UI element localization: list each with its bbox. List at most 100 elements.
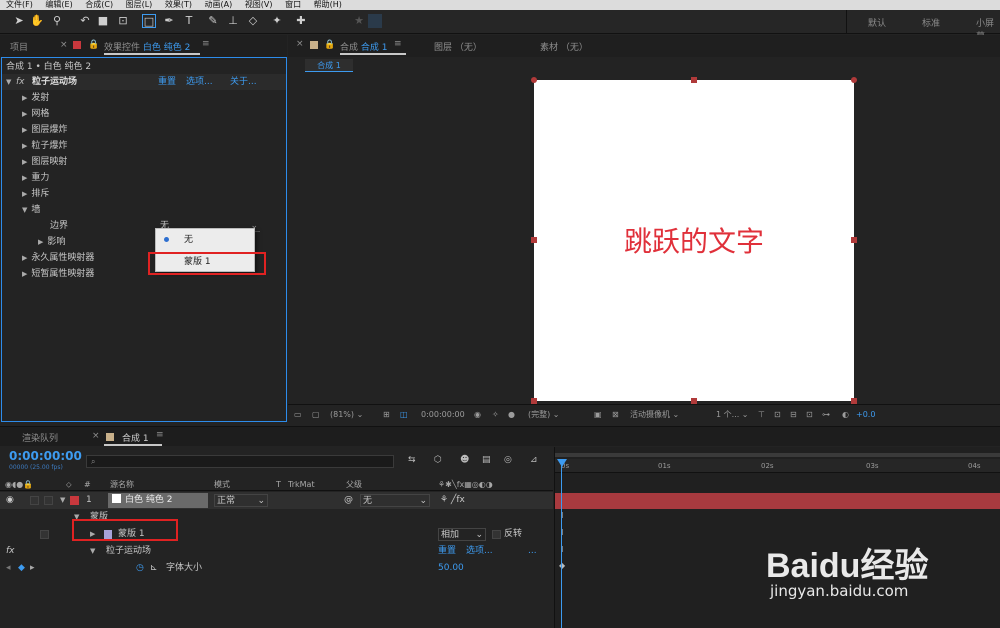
show-snapshot-icon[interactable]: ✧	[492, 405, 499, 425]
timeline-timecode[interactable]: 0:00:00:00	[9, 449, 82, 463]
expand-arrow-icon[interactable]: ▶	[22, 190, 27, 198]
about-link[interactable]: 关于...	[230, 74, 257, 90]
menu-edit[interactable]: 编辑(E)	[45, 0, 72, 9]
graph-icon[interactable]: ⊾	[150, 560, 158, 577]
menu-layer[interactable]: 图层(L)	[126, 0, 153, 9]
hand-tool-icon[interactable]: ✋	[30, 14, 44, 28]
tab-footage[interactable]: 素材 （无）	[540, 40, 588, 53]
frame-blending-icon[interactable]: ▤	[482, 455, 491, 465]
time-ruler[interactable]: 0s 01s 02s 03s 04s	[555, 459, 1000, 473]
camera-select[interactable]: 活动摄像机 ⌄	[630, 405, 679, 425]
col-mode[interactable]: 模式	[214, 478, 230, 491]
layer-search-input[interactable]: ⌕	[86, 455, 394, 468]
col-source-name[interactable]: 源名称	[110, 478, 134, 491]
rectangle-tool-icon[interactable]: □	[142, 14, 156, 28]
group-influence[interactable]: ▶ 影响	[38, 234, 65, 250]
grid-icon[interactable]: ⊞	[383, 405, 390, 425]
fast-preview-icon[interactable]: ⊟	[790, 405, 797, 425]
graph-editor-icon[interactable]: ⊿	[530, 455, 538, 465]
transform-handle[interactable]	[691, 77, 697, 83]
menu-file[interactable]: 文件(F)	[6, 0, 33, 9]
expand-arrow-icon[interactable]: ▶	[22, 142, 27, 150]
tab-timeline-comp[interactable]: 合成 1	[122, 431, 149, 444]
flowchart-node-icon[interactable]: ⊶	[822, 405, 830, 425]
transform-handle[interactable]	[531, 237, 537, 243]
expand-arrow-icon[interactable]: ▶	[38, 238, 43, 246]
exposure-value[interactable]: +0.0	[856, 405, 875, 425]
menu-composition[interactable]: 合成(C)	[85, 0, 113, 9]
mask-lock-toggle[interactable]	[40, 530, 49, 539]
menu-animation[interactable]: 动画(A)	[205, 0, 233, 9]
layer-switches[interactable]: ⚘ ╱fx	[440, 492, 465, 509]
monitor-icon[interactable]: ▭	[294, 405, 302, 425]
panel-menu-icon[interactable]: ≡	[156, 430, 164, 440]
workspace-standard[interactable]: 标准	[922, 16, 940, 29]
type-tool-icon[interactable]: T	[182, 14, 196, 28]
menu-view[interactable]: 视图(V)	[245, 0, 273, 9]
draft-3d-icon[interactable]: ⬡	[434, 455, 442, 465]
region-of-interest-icon[interactable]: ▣	[594, 405, 602, 425]
menu-help[interactable]: 帮助(H)	[314, 0, 342, 9]
color-channel-icon[interactable]: ●	[508, 405, 515, 425]
options-link[interactable]: 选项...	[186, 74, 213, 90]
roto-brush-tool-icon[interactable]: ✦	[270, 14, 284, 28]
mask-visibility-icon[interactable]: ◫	[400, 405, 408, 425]
collapse-arrow-icon[interactable]: ▼	[60, 492, 65, 509]
group-wall[interactable]: ▼ 墙	[22, 202, 40, 218]
viewer-timecode[interactable]: 0:00:00:00	[421, 405, 465, 425]
exposure-icon[interactable]: ◐	[842, 405, 849, 425]
solo-toggle[interactable]	[30, 496, 39, 505]
close-icon[interactable]: ×	[92, 431, 100, 441]
label-column-icon[interactable]: ⬦	[66, 478, 72, 491]
group-emit[interactable]: ▶ 发射	[22, 90, 49, 106]
pickwhip-icon[interactable]: @	[344, 492, 353, 509]
selection-tool-icon[interactable]: ➤	[12, 14, 26, 28]
lock-icon[interactable]: 🔒	[324, 40, 335, 50]
reset-exposure-icon[interactable]: ⊡	[774, 405, 781, 425]
timeline-options-link[interactable]: 选项...	[466, 543, 493, 560]
tab-effect-controls[interactable]: 效果控件 白色 纯色 2	[104, 40, 190, 53]
workspace-default[interactable]: 默认	[868, 16, 886, 29]
work-area-bar[interactable]	[555, 453, 1000, 457]
add-keyframe-icon[interactable]: ◆	[18, 560, 25, 577]
eye-icon[interactable]: ◉	[6, 492, 14, 509]
group-layer-explode[interactable]: ▶ 图层爆炸	[22, 122, 67, 138]
layer-parent-select[interactable]: 无 ⌄	[360, 494, 430, 507]
keyframe-icon[interactable]: ◆	[559, 561, 565, 570]
group-ephemeral-mapper[interactable]: ▶ 短暂属性映射器	[22, 266, 94, 282]
tab-render-queue[interactable]: 渲染队列	[22, 431, 58, 444]
brush-tool-icon[interactable]: ✎	[206, 14, 220, 28]
layer-mode-select[interactable]: 正常 ⌄	[214, 494, 268, 507]
resolution-select[interactable]: (完整) ⌄	[528, 405, 560, 425]
close-icon[interactable]: ×	[296, 39, 304, 49]
layer-row[interactable]: ◉ ▼ 1 白色 纯色 2 正常 ⌄ @ 无 ⌄ ⚘ ╱fx	[0, 492, 553, 509]
timeline-reset-link[interactable]: 重置	[438, 543, 456, 560]
playhead-icon[interactable]	[557, 459, 567, 467]
panel-menu-icon[interactable]: ≡	[202, 39, 210, 49]
group-repel[interactable]: ▶ 排斥	[22, 186, 49, 202]
transform-handle[interactable]	[531, 77, 537, 83]
group-gravity[interactable]: ▶ 重力	[22, 170, 49, 186]
expand-arrow-icon[interactable]: ▶	[22, 126, 27, 134]
group-particle-explode[interactable]: ▶ 粒子爆炸	[22, 138, 67, 154]
stopwatch-icon[interactable]: ◷	[136, 560, 144, 577]
rotate-tool-icon[interactable]: ↶	[78, 14, 92, 28]
flowchart-icon[interactable]: ⊡	[806, 405, 813, 425]
expand-arrow-icon[interactable]: ▶	[22, 254, 27, 262]
layer-name-field[interactable]: 白色 纯色 2	[108, 493, 208, 508]
shy-icon[interactable]: ☻	[460, 455, 469, 465]
timeline-more-link[interactable]: ...	[528, 543, 537, 560]
av-switches-icon[interactable]: ◉◖●🔒	[5, 478, 33, 491]
eraser-tool-icon[interactable]: ◇	[246, 14, 260, 28]
pen-tool-icon[interactable]: ✒	[162, 14, 176, 28]
layer-duration-bar[interactable]	[555, 493, 1000, 509]
reset-link[interactable]: 重置	[158, 74, 176, 90]
prev-keyframe-icon[interactable]: ◂	[6, 560, 11, 577]
expand-arrow-icon[interactable]: ▶	[22, 174, 27, 182]
expand-arrow-icon[interactable]: ▼	[6, 74, 11, 90]
mask-mode-select[interactable]: 相加 ⌄	[438, 528, 486, 541]
lock-toggle[interactable]	[44, 496, 53, 505]
tab-project[interactable]: 项目	[10, 40, 28, 53]
dropdown-option-none[interactable]: 无	[156, 229, 254, 251]
label-color-icon[interactable]	[70, 496, 79, 505]
